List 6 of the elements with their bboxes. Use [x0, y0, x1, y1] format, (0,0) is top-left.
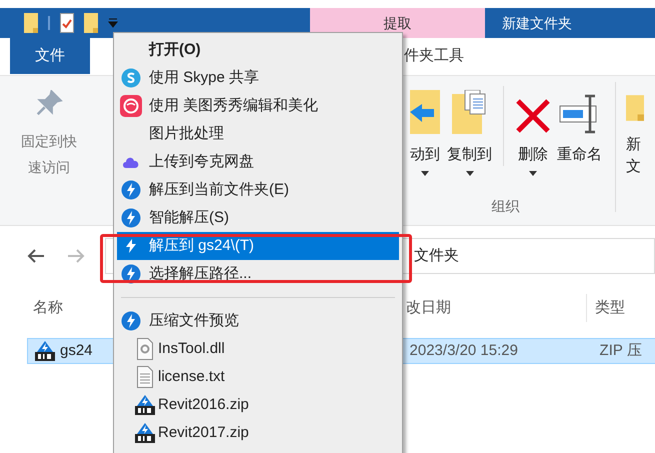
window-title: 新建文件夹: [502, 14, 572, 32]
file-name: gs24: [60, 340, 93, 361]
tab-group-label: 提取: [384, 14, 412, 32]
file-date: 2023/3/20 15:29: [410, 340, 519, 361]
group-label: 组织: [492, 197, 520, 216]
file-type: ZIP 压: [600, 340, 642, 361]
